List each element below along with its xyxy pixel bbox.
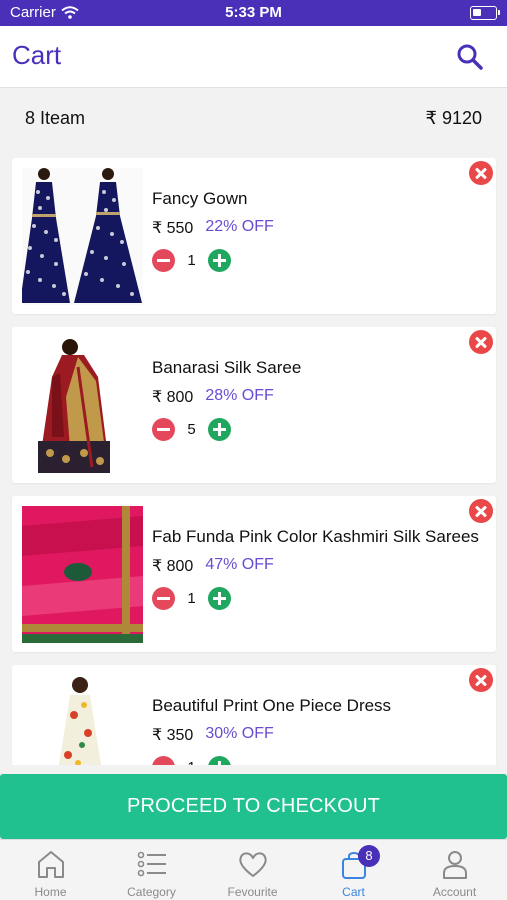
tab-label: Cart [342, 885, 365, 899]
quantity-value: 1 [187, 590, 196, 607]
product-discount: 30% OFF [205, 725, 274, 742]
tab-label: Category [127, 885, 176, 899]
price-row: ₹ 550 22% OFF [152, 218, 274, 238]
product-price: ₹ 550 [152, 220, 194, 237]
tab-label: Account [432, 885, 477, 899]
proceed-to-checkout-button[interactable]: PROCEED TO CHECKOUT [0, 774, 507, 839]
remove-item-button[interactable] [469, 330, 493, 354]
quantity-value: 1 [175, 759, 208, 765]
decrease-quantity-button[interactable] [152, 418, 175, 441]
tab-label: Fevourite [227, 885, 278, 899]
cart-total: ₹ 9120 [425, 108, 483, 128]
heart-icon [239, 852, 267, 877]
product-discount: 28% OFF [205, 387, 274, 404]
item-count: 8 Iteam [25, 108, 86, 128]
status-time: 5:33 PM [225, 4, 282, 21]
product-image [22, 506, 143, 643]
cart-item[interactable]: Fancy Gown ₹ 550 22% OFF 1 [12, 158, 496, 314]
tab-label: Home [34, 885, 67, 899]
page-title: Cart [12, 40, 62, 70]
status-bar: Carrier 5:33 PM [0, 0, 507, 26]
product-name[interactable]: Beautiful Print One Piece Dress [152, 696, 391, 716]
tab-account[interactable]: Account [404, 840, 505, 900]
home-icon [38, 851, 64, 878]
price-row: ₹ 800 47% OFF [152, 556, 274, 576]
quantity-stepper: 5 [152, 418, 231, 441]
cart-item[interactable]: Banarasi Silk Saree ₹ 800 28% OFF 5 [12, 327, 496, 483]
increase-quantity-button[interactable] [208, 756, 231, 765]
product-image [22, 168, 143, 305]
quantity-value: 5 [187, 421, 196, 438]
price-row: ₹ 800 28% OFF [152, 387, 274, 407]
remove-item-button[interactable] [469, 499, 493, 523]
remove-item-button[interactable] [469, 161, 493, 185]
cart-item[interactable]: Fab Funda Pink Color Kashmiri Silk Saree… [12, 496, 496, 652]
quantity-stepper: 1 [152, 249, 231, 272]
remove-item-button[interactable] [469, 668, 493, 692]
decrease-quantity-button[interactable] [152, 756, 175, 765]
product-name[interactable]: Banarasi Silk Saree [152, 358, 301, 378]
product-image [22, 337, 143, 474]
quantity-stepper: 1 [152, 587, 231, 610]
increase-quantity-button[interactable] [208, 249, 231, 272]
tab-cart[interactable]: 8 Cart [303, 840, 404, 900]
product-name[interactable]: Fab Funda Pink Color Kashmiri Silk Saree… [152, 527, 479, 547]
quantity-stepper: 1 [152, 756, 231, 765]
cart-item[interactable]: Beautiful Print One Piece Dress ₹ 350 30… [12, 665, 496, 765]
bottom-tab-bar: Home Category Fevourite 8 Cart Account [0, 839, 507, 900]
product-price: ₹ 800 [152, 389, 194, 406]
list-icon [137, 851, 166, 877]
decrease-quantity-button[interactable] [152, 587, 175, 610]
product-discount: 47% OFF [205, 556, 274, 573]
product-price: ₹ 800 [152, 558, 194, 575]
cart-count-badge: 8 [358, 845, 380, 867]
tab-home[interactable]: Home [0, 840, 101, 900]
product-price: ₹ 350 [152, 727, 194, 744]
price-row: ₹ 350 30% OFF [152, 725, 274, 745]
product-image [22, 675, 143, 765]
battery-icon [470, 6, 500, 20]
decrease-quantity-button[interactable] [152, 249, 175, 272]
increase-quantity-button[interactable] [208, 587, 231, 610]
cart-list[interactable]: Fancy Gown ₹ 550 22% OFF 1 Banarasi Silk… [0, 158, 507, 765]
tab-category[interactable]: Category [101, 840, 202, 900]
user-icon [443, 851, 467, 879]
product-discount: 22% OFF [205, 218, 274, 235]
cart-summary: 8 Iteam ₹ 9120 [0, 88, 507, 146]
tab-favourite[interactable]: Fevourite [202, 840, 303, 900]
product-name[interactable]: Fancy Gown [152, 189, 247, 209]
increase-quantity-button[interactable] [208, 418, 231, 441]
app-header: Cart [0, 26, 507, 88]
quantity-value: 1 [187, 252, 196, 269]
search-icon[interactable] [455, 42, 485, 72]
